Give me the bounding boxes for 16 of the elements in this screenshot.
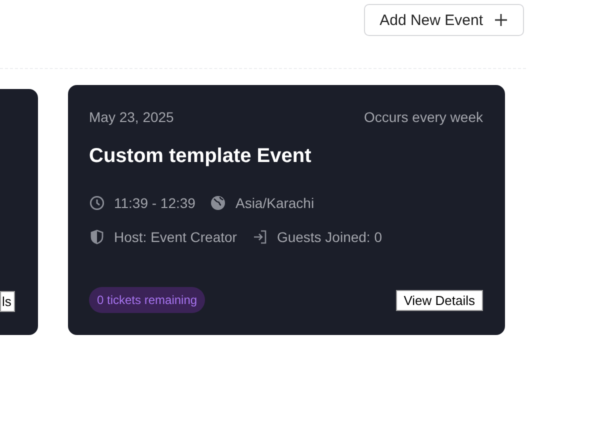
- event-time: 11:39 - 12:39: [114, 195, 196, 211]
- event-title: Custom template Event: [89, 145, 312, 168]
- event-timezone: Asia/Karachi: [235, 195, 314, 211]
- recurrence-label: Occurs every week: [364, 109, 483, 125]
- shield-icon: [89, 229, 105, 245]
- globe-icon: [210, 195, 226, 211]
- sign-in-icon: [252, 229, 268, 245]
- add-event-button[interactable]: Add New Event: [364, 4, 524, 36]
- view-details-button[interactable]: ls: [0, 291, 16, 312]
- tickets-badge: 0 tickets remaining: [89, 287, 206, 313]
- event-date: May 23, 2025: [89, 109, 174, 125]
- guests-joined: Guests Joined: 0: [276, 229, 382, 245]
- plus-icon: [493, 12, 509, 28]
- event-host: Host: Event Creator: [114, 229, 237, 245]
- view-details-button[interactable]: View Details: [396, 290, 483, 310]
- clock-icon: [89, 195, 105, 211]
